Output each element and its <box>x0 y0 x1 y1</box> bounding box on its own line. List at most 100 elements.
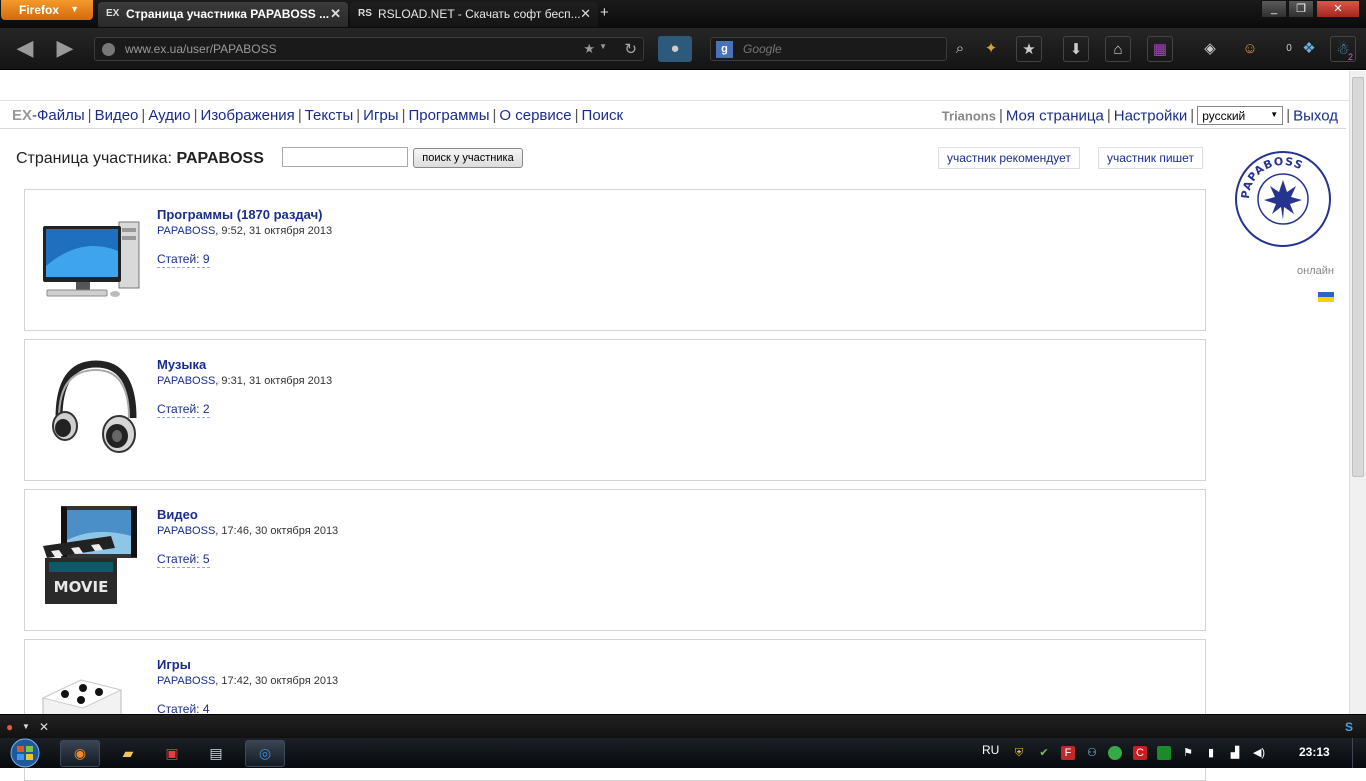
tab-active[interactable]: EX Страница участника PAPABOSS ... ✕ <box>98 2 348 27</box>
category-meta: PAPABOSS, 17:46, 30 октября 2013 <box>157 525 339 537</box>
nav-audio[interactable]: Аудио <box>148 107 190 124</box>
movie-clapper-icon[interactable]: MOVIE <box>41 506 141 606</box>
downloads-icon[interactable]: ⬇ <box>1063 36 1089 62</box>
show-desktop-button[interactable] <box>1352 738 1366 768</box>
adblock-icon[interactable]: ● <box>6 720 13 734</box>
author-link[interactable]: PAPABOSS <box>157 375 215 387</box>
url-history-dropdown-icon[interactable]: ▼ <box>599 42 607 51</box>
articles-count-link[interactable]: Статей: 9 <box>157 252 210 268</box>
maximize-button[interactable]: ❐ <box>1288 0 1314 18</box>
url-input[interactable] <box>125 40 575 58</box>
window-close-button[interactable]: ✕ <box>1316 0 1360 18</box>
articles-count-link[interactable]: Статей: 2 <box>157 402 210 418</box>
windows-start-icon[interactable] <box>6 738 44 768</box>
language-select[interactable]: русский ▼ <box>1197 106 1284 125</box>
address-bar[interactable]: ★ ▼ ↻ <box>94 37 644 61</box>
adblock-dropdown-icon[interactable]: ▼ <box>22 722 30 731</box>
ukraine-flag-icon <box>1318 292 1334 302</box>
reload-icon[interactable]: ↻ <box>624 40 637 58</box>
author-link[interactable]: PAPABOSS <box>157 675 215 687</box>
category-meta: PAPABOSS, 17:42, 30 октября 2013 <box>157 675 339 687</box>
nav-files[interactable]: -Файлы <box>32 107 85 124</box>
search-icon[interactable]: ⌕ <box>947 36 973 62</box>
page-title: Страница участника: PAPABOSS <box>16 150 264 168</box>
user-avatar[interactable]: PAPABOSS <box>1234 150 1332 248</box>
author-link[interactable]: PAPABOSS <box>157 225 215 237</box>
volume-icon[interactable]: ◀) <box>1252 746 1266 760</box>
settings-link[interactable]: Настройки <box>1114 107 1188 124</box>
bookmarks-menu-icon[interactable]: ★ <box>1016 36 1042 62</box>
firefox-menu-button[interactable]: Firefox ▼ <box>1 0 93 20</box>
category-title[interactable]: Игры <box>157 657 191 672</box>
nav-programs[interactable]: Программы <box>408 107 489 124</box>
addon-bird-icon[interactable]: ● <box>658 36 692 62</box>
tray-green-icon[interactable] <box>1108 746 1122 760</box>
user-search-input[interactable] <box>282 147 408 167</box>
taskbar-notepad-icon[interactable]: ▤ <box>196 740 236 767</box>
tray-shield-icon[interactable]: ⛨ <box>1012 746 1026 760</box>
category-title[interactable]: Программы (1870 раздач) <box>157 207 322 222</box>
close-icon[interactable]: ✕ <box>580 6 591 22</box>
taskbar-explorer-icon[interactable]: ▰ <box>108 740 148 767</box>
forward-arrow-icon[interactable]: ▶ <box>50 34 80 64</box>
google-engine-icon[interactable]: g <box>716 41 733 58</box>
user-writes-button[interactable]: участник пишет <box>1098 147 1203 169</box>
back-arrow-icon[interactable]: ◀ <box>10 34 40 64</box>
articles-count-link[interactable]: Статей: 5 <box>157 552 210 568</box>
new-tab-plus-icon[interactable]: + <box>600 4 609 21</box>
category-title[interactable]: Музыка <box>157 357 206 372</box>
headphones-icon[interactable] <box>41 356 141 456</box>
search-bar[interactable]: g <box>710 37 947 61</box>
category-title[interactable]: Видео <box>157 507 198 522</box>
user-search-button[interactable]: поиск у участника <box>413 148 523 168</box>
tab-inactive[interactable]: RS RSLOAD.NET - Скачать софт бесп... ✕ <box>350 2 598 27</box>
bookmark-star-icon[interactable]: ★ <box>583 41 595 57</box>
action-center-flag-icon[interactable]: ⚑ <box>1181 746 1195 760</box>
chevron-down-icon: ▼ <box>70 4 79 14</box>
home-icon[interactable]: ⌂ <box>1105 36 1131 62</box>
author-link[interactable]: PAPABOSS <box>157 525 215 537</box>
minimize-button[interactable]: _ <box>1261 0 1287 18</box>
tray-filezilla-icon[interactable]: F <box>1061 746 1075 760</box>
computer-icon[interactable] <box>41 206 141 306</box>
addon-puzzle-icon[interactable]: ◈ <box>1197 36 1223 62</box>
tray-monitor-icon[interactable] <box>1157 746 1171 760</box>
nav-games[interactable]: Игры <box>363 107 398 124</box>
tray-ccleaner-icon[interactable]: C <box>1133 746 1147 760</box>
tray-device-icon[interactable]: ▮ <box>1204 746 1218 760</box>
addon-bar-close-icon[interactable]: ✕ <box>39 720 49 734</box>
apps-grid-icon[interactable]: ▦ <box>1147 36 1173 62</box>
logged-in-user-name: Trianons <box>941 108 996 124</box>
tray-check-icon[interactable]: ✔ <box>1037 746 1051 760</box>
nav-texts[interactable]: Тексты <box>305 107 354 124</box>
post-date: 9:31, 31 октября 2013 <box>221 375 333 387</box>
addon-eagle-icon[interactable]: ✦ <box>978 36 1004 62</box>
site-logo[interactable]: EX <box>12 107 32 124</box>
nav-search[interactable]: Поиск <box>582 107 624 124</box>
search-input[interactable] <box>743 40 933 58</box>
nav-images[interactable]: Изображения <box>201 107 295 124</box>
post-date: 17:42, 30 октября 2013 <box>221 675 339 687</box>
tray-network-icon[interactable]: ⚇ <box>1085 746 1099 760</box>
site-identity-icon[interactable] <box>102 43 115 56</box>
page-scrollbar[interactable] <box>1349 71 1366 714</box>
navigation-toolbar: ◀ ▶ ★ ▼ ↻ ● g ⌕ ✦ ★ ⬇ ⌂ ▦ ◈ ☺ 0 ❖ ☃ 2 <box>0 28 1366 70</box>
taskbar-app-icon[interactable]: ◎ <box>245 740 285 767</box>
taskbar-filezilla-icon[interactable]: ▣ <box>152 740 192 767</box>
scrollbar-thumb[interactable] <box>1352 77 1364 477</box>
taskbar-firefox-icon[interactable]: ◉ <box>60 740 100 767</box>
addon-mascot-icon[interactable]: ❖ <box>1296 36 1322 62</box>
clock[interactable]: 23:13 <box>1299 745 1330 759</box>
nav-about[interactable]: О сервисе <box>499 107 571 124</box>
language-indicator[interactable]: RU <box>982 743 999 757</box>
my-page-link[interactable]: Моя страница <box>1006 107 1104 124</box>
site-navigation: EX-Файлы | Видео | Аудио | Изображения | Тексты |… <box>0 101 1346 129</box>
nav-video[interactable]: Видео <box>95 107 139 124</box>
greasemonkey-icon[interactable]: ☺ <box>1237 36 1263 62</box>
page-title-user: PAPABOSS <box>176 150 264 167</box>
logout-link[interactable]: Выход <box>1293 107 1338 124</box>
skype-addon-icon[interactable]: S <box>1345 720 1353 734</box>
user-recommends-button[interactable]: участник рекомендует <box>938 147 1080 169</box>
close-icon[interactable]: ✕ <box>330 6 341 22</box>
wifi-signal-icon[interactable]: ▟ <box>1228 746 1242 760</box>
